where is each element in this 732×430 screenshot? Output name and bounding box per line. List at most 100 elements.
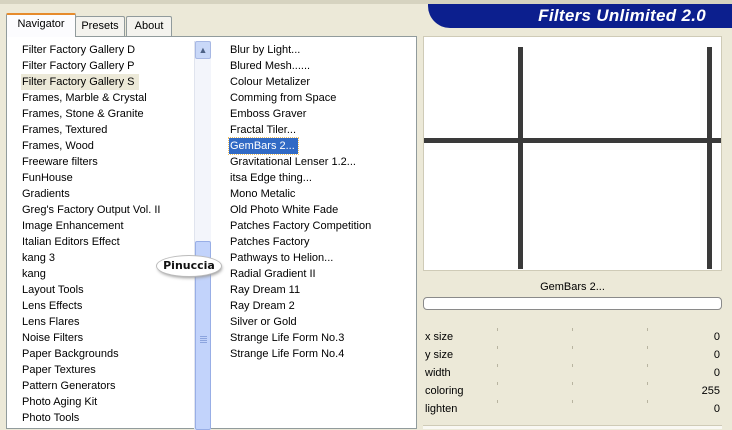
category-scrollbar[interactable]: ▲ [194,41,211,430]
filter-item[interactable]: Blured Mesh...... [229,58,419,74]
category-row[interactable]: Gradients [21,186,201,202]
category-row[interactable]: FunHouse [21,170,201,186]
category-item[interactable]: Noise Filters [21,330,201,346]
filter-item[interactable]: Gravitational Lenser 1.2... [229,154,419,170]
filter-row[interactable]: Mono Metalic [229,186,419,202]
category-row[interactable]: Frames, Marble & Crystal [21,90,201,106]
filter-row[interactable]: Silver or Gold [229,314,419,330]
category-item[interactable]: Filter Factory Gallery D [21,42,201,58]
category-row[interactable]: Photo Tools [21,410,201,426]
category-item[interactable]: Image Enhancement [21,218,201,234]
category-item[interactable]: Frames, Wood [21,138,201,154]
category-item[interactable]: Layout Tools [21,282,201,298]
category-row[interactable]: Pattern Generators [21,378,201,394]
category-item[interactable]: Freeware filters [21,154,201,170]
filter-item[interactable]: Colour Metalizer [229,74,419,90]
category-row[interactable]: Lens Flares [21,314,201,330]
category-list[interactable]: Filter Factory Gallery D Filter Factory G… [21,42,201,426]
param-row-coloring[interactable]: coloring 255 [423,382,722,400]
filter-item[interactable]: Patches Factory [229,234,419,250]
preview-bar-vertical-left [518,47,523,269]
filter-item[interactable]: Silver or Gold [229,314,419,330]
param-row-x-size[interactable]: x size 0 [423,328,722,346]
filter-item[interactable]: Radial Gradient II [229,266,419,282]
filter-item[interactable]: Strange Life Form No.3 [229,330,419,346]
param-row-y-size[interactable]: y size 0 [423,346,722,364]
filter-row[interactable]: Strange Life Form No.3 [229,330,419,346]
category-item[interactable]: Photo Tools [21,410,201,426]
category-item[interactable]: Greg's Factory Output Vol. II [21,202,201,218]
filter-item[interactable]: Blur by Light... [229,42,419,58]
param-value: 0 [713,367,720,379]
filter-item[interactable]: Old Photo White Fade [229,202,419,218]
category-item[interactable]: Filter Factory Gallery P [21,58,201,74]
category-row[interactable]: Paper Textures [21,362,201,378]
filter-row[interactable]: Gravitational Lenser 1.2... [229,154,419,170]
category-row[interactable]: Freeware filters [21,154,201,170]
category-item[interactable]: Paper Backgrounds [21,346,201,362]
tab-about[interactable]: About [126,16,172,36]
category-row[interactable]: Lens Effects [21,298,201,314]
category-item[interactable]: Filter Factory Gallery S [21,74,140,90]
category-item[interactable]: Pattern Generators [21,378,201,394]
category-row[interactable]: Italian Editors Effect [21,234,201,250]
filter-row[interactable]: GemBars 2... [228,137,419,155]
category-row[interactable]: Frames, Stone & Granite [21,106,201,122]
filter-row[interactable]: Ray Dream 2 [229,298,419,314]
filter-row[interactable]: Fractal Tiler... [229,122,419,138]
category-item[interactable]: Frames, Marble & Crystal [21,90,201,106]
category-row[interactable]: Frames, Wood [21,138,201,154]
filter-row[interactable]: Patches Factory [229,234,419,250]
filter-item[interactable]: Comming from Space [229,90,419,106]
filter-row[interactable]: Patches Factory Competition [229,218,419,234]
category-item[interactable]: Italian Editors Effect [21,234,201,250]
filter-item[interactable]: Fractal Tiler... [229,122,419,138]
filter-row[interactable]: Radial Gradient II [229,266,419,282]
filter-item[interactable]: Emboss Graver [229,106,419,122]
filter-row[interactable]: Strange Life Form No.4 [229,346,419,362]
category-row[interactable]: Frames, Textured [21,122,201,138]
filter-row[interactable]: Colour Metalizer [229,74,419,90]
category-row[interactable]: Noise Filters [21,330,201,346]
filter-row[interactable]: Old Photo White Fade [229,202,419,218]
category-row[interactable]: Layout Tools [21,282,201,298]
category-item[interactable]: Gradients [21,186,201,202]
category-row[interactable]: Paper Backgrounds [21,346,201,362]
category-row[interactable]: Photo Aging Kit [21,394,201,410]
category-row[interactable]: Image Enhancement [21,218,201,234]
param-row-width[interactable]: width 0 [423,364,722,382]
param-row-lighten[interactable]: lighten 0 [423,400,722,418]
category-row[interactable]: Filter Factory Gallery S [21,74,201,90]
param-value: 255 [701,385,720,397]
category-item[interactable]: FunHouse [21,170,201,186]
filter-item[interactable]: Pathways to Helion... [229,250,419,266]
parameter-sliders: x size 0 y size 0 width 0 coloring 255 l… [423,328,722,418]
category-item[interactable]: Photo Aging Kit [21,394,201,410]
filter-row[interactable]: Emboss Graver [229,106,419,122]
filter-item[interactable]: Strange Life Form No.4 [229,346,419,362]
filter-item[interactable]: Ray Dream 11 [229,282,419,298]
tab-navigator[interactable]: Navigator [6,13,76,37]
filter-item[interactable]: itsa Edge thing... [229,170,419,186]
filter-row[interactable]: Ray Dream 11 [229,282,419,298]
category-item[interactable]: Frames, Stone & Granite [21,106,201,122]
filter-item[interactable]: GemBars 2... [228,137,299,155]
filter-row[interactable]: Blur by Light... [229,42,419,58]
category-item[interactable]: Frames, Textured [21,122,201,138]
filter-list[interactable]: Blur by Light... Blured Mesh...... Colour … [228,42,419,362]
tab-presets[interactable]: Presets [75,16,125,36]
chevron-up-icon[interactable]: ▲ [195,41,211,59]
filter-item[interactable]: Mono Metalic [229,186,419,202]
filter-row[interactable]: Blured Mesh...... [229,58,419,74]
filter-item[interactable]: Ray Dream 2 [229,298,419,314]
category-row[interactable]: Greg's Factory Output Vol. II [21,202,201,218]
filter-row[interactable]: Comming from Space [229,90,419,106]
category-item[interactable]: Paper Textures [21,362,201,378]
filter-row[interactable]: itsa Edge thing... [229,170,419,186]
filter-row[interactable]: Pathways to Helion... [229,250,419,266]
category-row[interactable]: Filter Factory Gallery D [21,42,201,58]
category-item[interactable]: Lens Effects [21,298,201,314]
category-row[interactable]: Filter Factory Gallery P [21,58,201,74]
filter-item[interactable]: Patches Factory Competition [229,218,419,234]
category-item[interactable]: Lens Flares [21,314,201,330]
